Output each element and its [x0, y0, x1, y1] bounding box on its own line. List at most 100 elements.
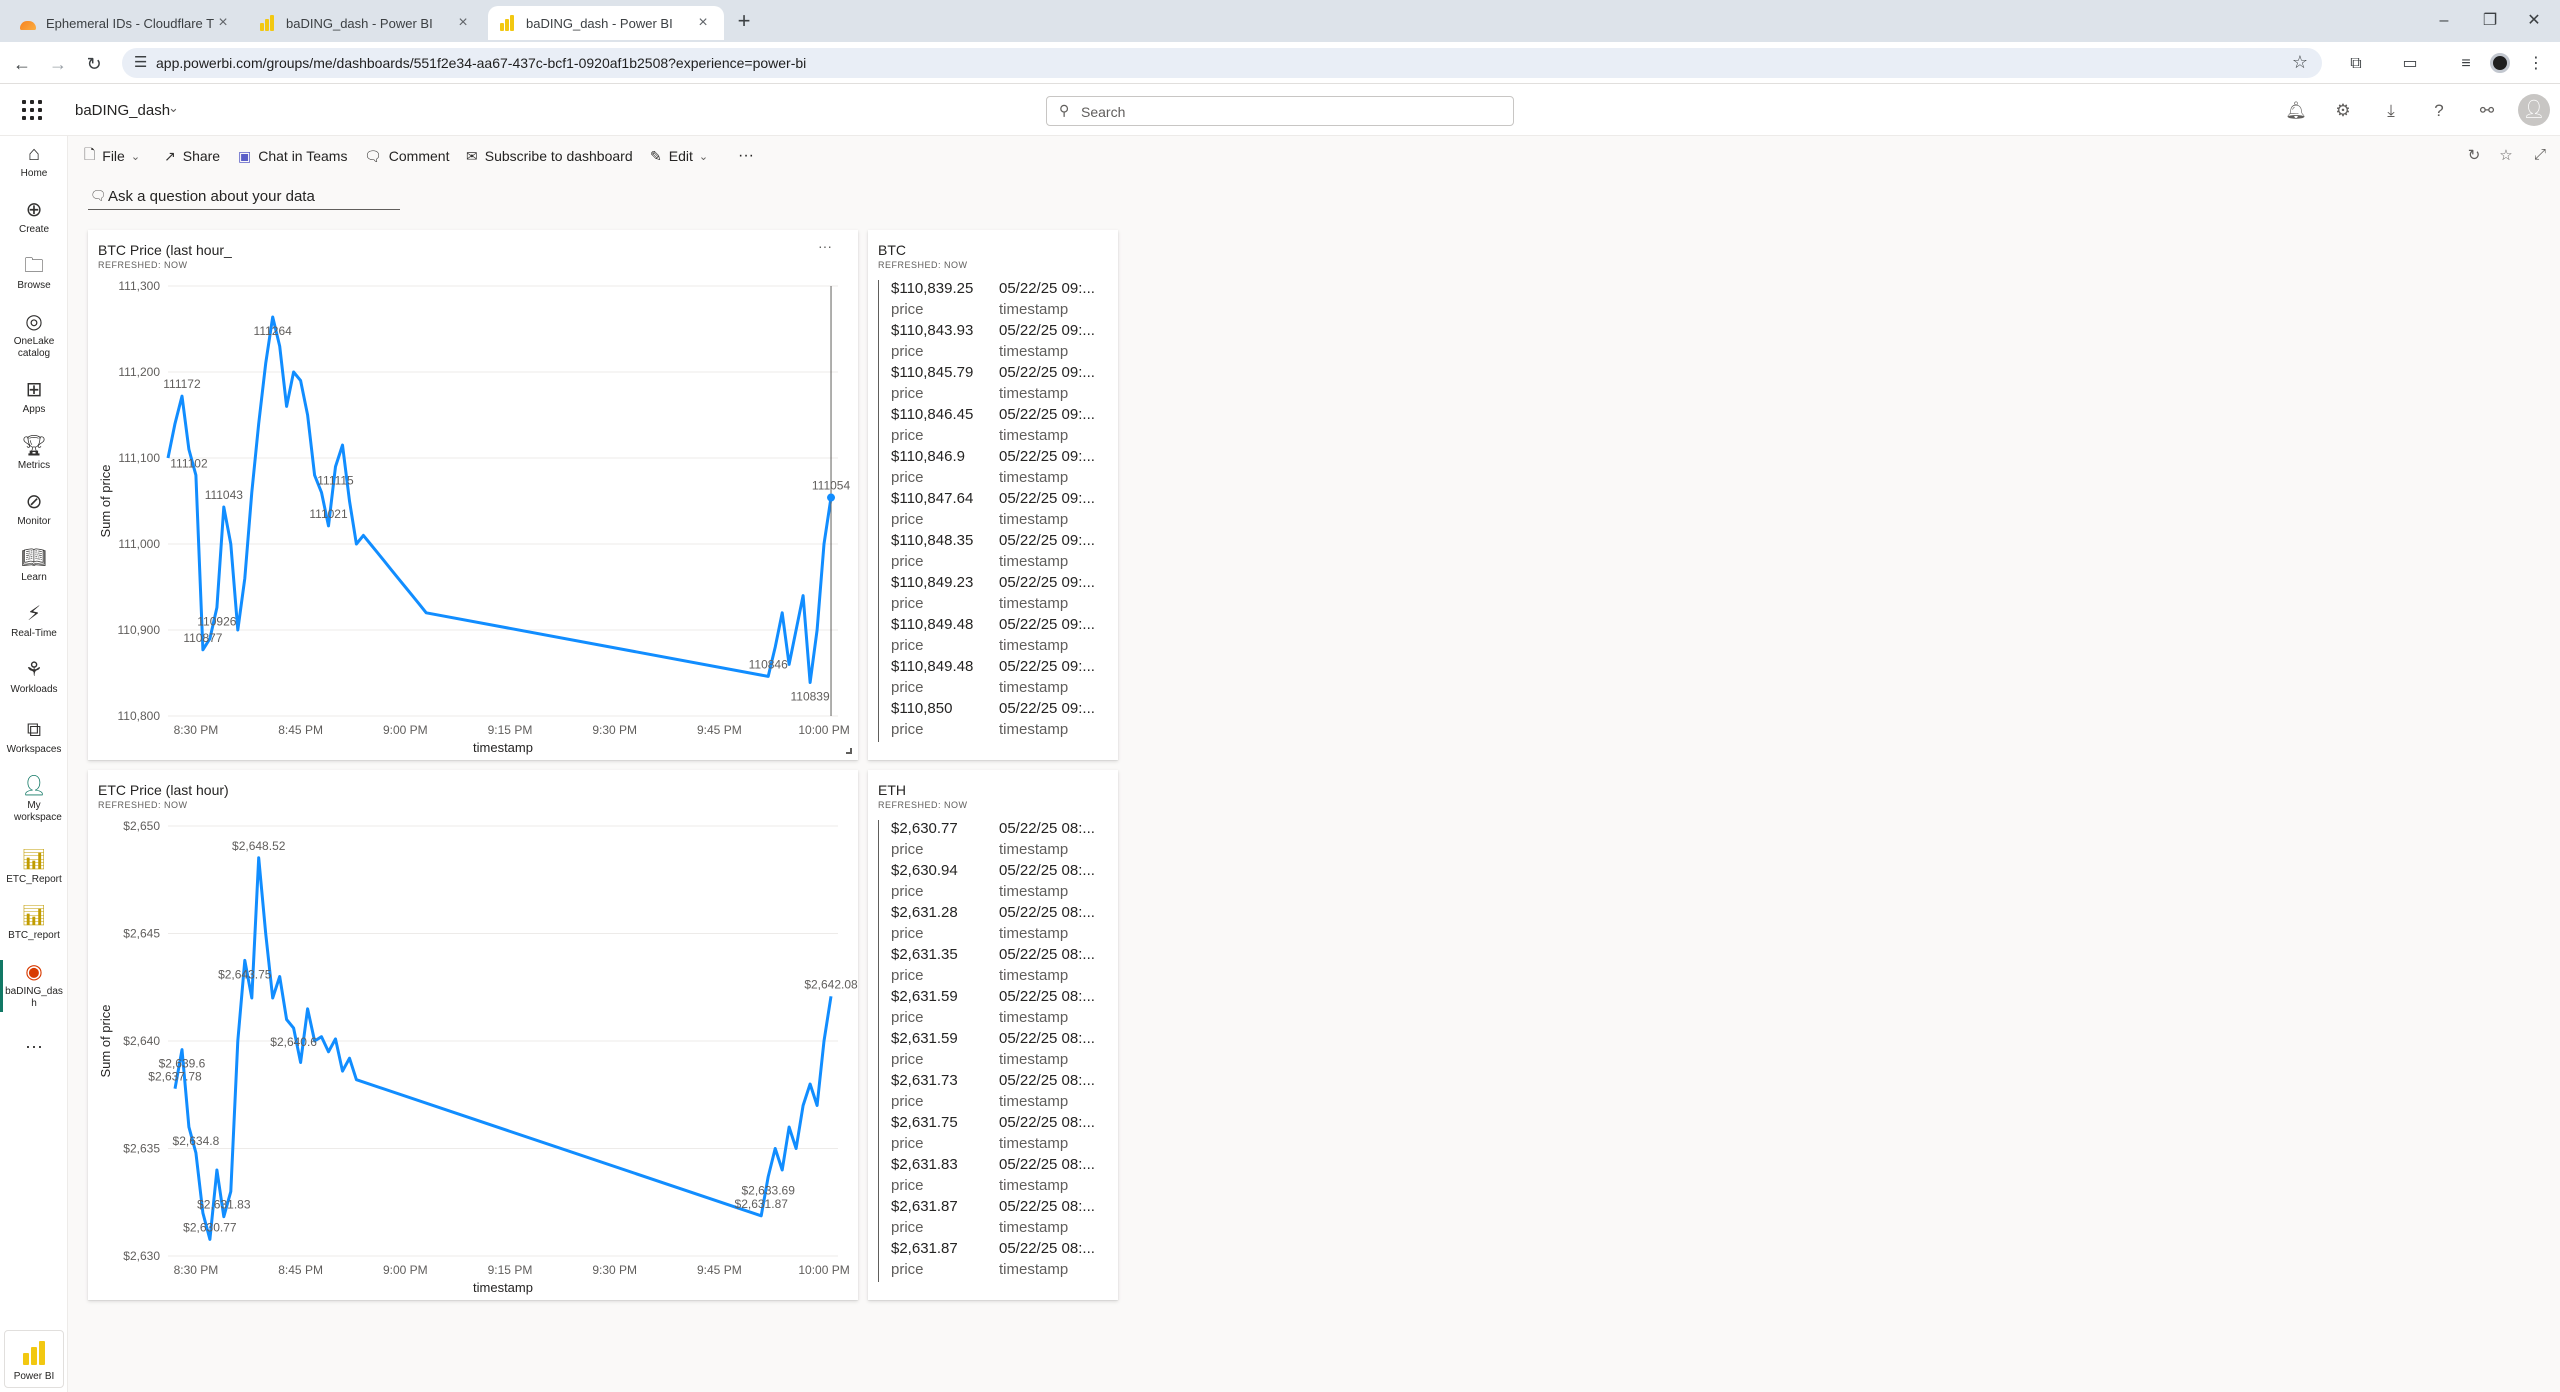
more-commands-icon[interactable]: ···: [738, 146, 754, 166]
browser-tab-powerbi-active[interactable]: baDING_dash - Power BI ×: [488, 6, 724, 40]
back-button[interactable]: ←: [8, 50, 36, 78]
y-axis-title: Sum of price: [98, 1005, 113, 1078]
tab-title: Ephemeral IDs - Cloudflare Turns: [46, 15, 214, 31]
qna-input[interactable]: 🗨︎ Ask a question about your data: [88, 184, 400, 210]
file-menu-button[interactable]: 🗋︎ File ⌄: [84, 146, 140, 166]
resize-handle[interactable]: [846, 748, 852, 754]
refresh-icon[interactable]: ↻: [2464, 146, 2484, 166]
btc-line-chart: 110,800 110,900 111,000 111,100 111,200 111,3…: [98, 279, 850, 755]
timestamp-value: 05/22/25 08:...: [999, 1030, 1095, 1047]
data-label: $2,643.75: [218, 967, 272, 981]
help-icon[interactable]: ?: [2426, 98, 2452, 124]
share-button[interactable]: ↗ Share: [164, 146, 220, 166]
nav-etc-report[interactable]: 📊︎ ETC_Report: [0, 848, 68, 886]
browser-tab-cloudflare[interactable]: Ephemeral IDs - Cloudflare Turns ×: [8, 6, 244, 40]
etc-price-chart-tile[interactable]: ETC Price (last hour) REFRESHED: NOW $2,…: [88, 770, 858, 1300]
teams-icon: ▣: [238, 147, 252, 164]
edit-label: Edit: [668, 148, 693, 164]
btc-table-tile[interactable]: BTC REFRESHED: NOW $110,839.25 price 05/22…: [868, 230, 1118, 760]
nav-create[interactable]: ⊕ Create: [0, 198, 68, 236]
nav-label: OneLake catalog: [13, 336, 55, 359]
powerbi-logo-icon: [5, 1339, 63, 1365]
powerbi-switcher[interactable]: Power BI: [4, 1330, 64, 1388]
bookmark-star-icon[interactable]: ☆: [2292, 52, 2308, 73]
nav-workloads[interactable]: ⚘ Workloads: [0, 658, 68, 696]
nav-apps[interactable]: ⊞ Apps: [0, 378, 68, 416]
reload-button[interactable]: ↻: [80, 50, 108, 78]
close-tab-icon[interactable]: ×: [214, 14, 232, 32]
settings-gear-icon[interactable]: ⚙: [2330, 98, 2356, 124]
dashboard-title[interactable]: baDING_dash: [75, 102, 170, 119]
timestamp-label: timestamp: [999, 1093, 1069, 1110]
download-icon[interactable]: ⤓: [2378, 98, 2404, 124]
price-label: price: [891, 883, 924, 900]
notifications-bell-icon[interactable]: 🔔︎: [2283, 98, 2309, 124]
x-tick-label: 9:45 PM: [697, 1263, 742, 1277]
minimize-button[interactable]: –: [2424, 8, 2464, 34]
onelake-icon: ◎: [25, 311, 43, 333]
share-icon: ↗: [164, 147, 176, 164]
report-icon: 📊︎: [21, 849, 47, 871]
nav-metrics[interactable]: 🏆︎ Metrics: [0, 434, 68, 472]
timestamp-label: timestamp: [999, 1051, 1069, 1068]
etc-line-chart: $2,630 $2,635 $2,640 $2,645 $2,650 8:30 PM 8:4…: [98, 819, 858, 1295]
media-controls-icon[interactable]: ≡: [2452, 50, 2480, 78]
nav-onelake-catalog[interactable]: ◎ OneLake catalog: [0, 310, 68, 360]
price-label: price: [891, 343, 924, 360]
btc-price-chart-tile[interactable]: BTC Price (last hour_ REFRESHED: NOW ···…: [88, 230, 858, 760]
nav-real-time[interactable]: ⚡︎ Real-Time: [0, 602, 68, 640]
data-label: $2,637.78: [148, 1070, 202, 1084]
nav-my-workspace[interactable]: 👤︎ My workspace: [0, 774, 68, 824]
nav-learn[interactable]: 📖︎ Learn: [0, 546, 68, 584]
nav-btc-report[interactable]: 📊︎ BTC_report: [0, 904, 68, 942]
new-tab-button[interactable]: +: [730, 8, 758, 36]
close-tab-icon[interactable]: ×: [694, 14, 712, 32]
price-value: $110,846.45: [891, 406, 974, 423]
nav-browse[interactable]: 🗀︎ Browse: [0, 254, 68, 292]
x-tick-label: 8:45 PM: [278, 723, 323, 737]
nav-label: Apps: [22, 404, 46, 415]
comment-button[interactable]: 🗨︎ Comment: [364, 146, 449, 166]
site-info-icon[interactable]: ☰: [134, 53, 147, 71]
eth-table-tile[interactable]: ETH REFRESHED: NOW $2,630.77 price 05/22/2…: [868, 770, 1118, 1300]
share-feedback-icon[interactable]: ⚯: [2474, 98, 2500, 124]
browser-tab-powerbi[interactable]: baDING_dash - Power BI ×: [248, 6, 484, 40]
nav-home[interactable]: ⌂ Home: [0, 142, 68, 180]
data-label: 111021: [309, 507, 348, 521]
timestamp-label: timestamp: [999, 1219, 1069, 1236]
x-tick-label: 9:45 PM: [697, 723, 742, 737]
subscribe-button[interactable]: ✉ Subscribe to dashboard: [466, 146, 633, 166]
timestamp-label: timestamp: [999, 883, 1069, 900]
nav-bading-dash[interactable]: ◉ baDING_dash: [0, 960, 68, 1012]
table-row: $110,846.9 price 05/22/25 09:... timestamp: [879, 448, 1108, 490]
timestamp-label: timestamp: [999, 679, 1069, 696]
powerbi-icon: [500, 15, 516, 31]
user-avatar[interactable]: 👤︎: [2518, 94, 2550, 126]
tab-title: baDING_dash - Power BI: [286, 15, 433, 31]
more-options-icon[interactable]: ···: [0, 1036, 68, 1057]
x-tick-label: 8:30 PM: [174, 1263, 219, 1277]
forward-button[interactable]: →: [44, 50, 72, 78]
maximize-button[interactable]: ❐: [2470, 8, 2510, 34]
edit-menu-button[interactable]: ✎ Edit ⌄: [650, 146, 708, 166]
close-tab-icon[interactable]: ×: [454, 14, 472, 32]
tab-search-icon[interactable]: ▭: [2396, 50, 2424, 78]
search-input[interactable]: ⚲ Search: [1046, 96, 1514, 126]
browser-menu-icon[interactable]: ⋮: [2522, 50, 2550, 78]
favorite-star-icon[interactable]: ☆: [2496, 146, 2516, 166]
nav-workspaces[interactable]: ⧉ Workspaces: [0, 718, 68, 756]
timestamp-value: 05/22/25 09:...: [999, 322, 1095, 339]
browser-profile-avatar[interactable]: [2490, 53, 2510, 73]
browser-toolbar: ← → ↻ ☰ app.powerbi.com/groups/me/dashbo…: [0, 42, 2560, 84]
fullscreen-icon[interactable]: ⤢: [2530, 146, 2550, 166]
address-bar[interactable]: ☰ app.powerbi.com/groups/me/dashboards/5…: [122, 48, 2322, 78]
nav-monitor[interactable]: ⊘ Monitor: [0, 490, 68, 528]
app-launcher-icon[interactable]: [22, 100, 42, 120]
subscribe-label: Subscribe to dashboard: [484, 148, 633, 164]
workspaces-icon: ⧉: [26, 719, 42, 741]
close-window-button[interactable]: ✕: [2514, 8, 2554, 34]
chat-in-teams-button[interactable]: ▣ Chat in Teams: [238, 146, 347, 166]
chevron-down-icon[interactable]: ⌄: [168, 100, 179, 116]
extensions-icon[interactable]: ⧉: [2342, 50, 2370, 78]
price-label: price: [891, 637, 924, 654]
